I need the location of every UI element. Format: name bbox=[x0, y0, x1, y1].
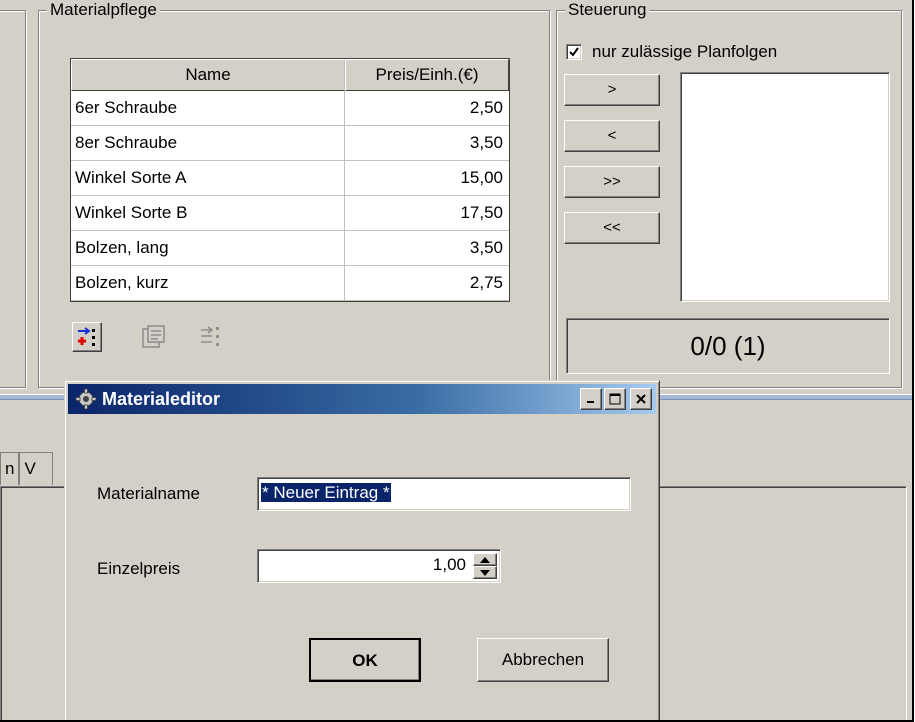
planfolgen-counter: 0/0 (1) bbox=[566, 318, 890, 374]
delete-item-button[interactable] bbox=[196, 322, 226, 352]
row-price: 15,00 bbox=[460, 168, 503, 187]
row-name: Winkel Sorte B bbox=[71, 196, 345, 230]
minimize-icon bbox=[587, 401, 594, 403]
table-row[interactable]: 8er Schraube 3,50 bbox=[71, 126, 509, 161]
left-partial-group bbox=[0, 10, 26, 388]
close-button[interactable] bbox=[630, 388, 652, 410]
row-price: 3,50 bbox=[469, 238, 503, 257]
row-name: 6er Schraube bbox=[71, 91, 345, 125]
row-price: 17,50 bbox=[460, 203, 503, 222]
cancel-button[interactable]: Abbrechen bbox=[477, 638, 609, 682]
steuerung-title: Steuerung bbox=[565, 0, 650, 20]
minimize-button[interactable] bbox=[580, 388, 602, 410]
row-price: 3,50 bbox=[469, 133, 503, 152]
table-row[interactable]: Bolzen, lang 3,50 bbox=[71, 231, 509, 266]
row-name: Winkel Sorte A bbox=[71, 161, 345, 195]
edit-item-icon bbox=[142, 325, 165, 348]
table-row[interactable]: Bolzen, kurz 2,75 bbox=[71, 266, 509, 301]
materialeditor-dialog: Materialeditor Materialname * Neuer Eint… bbox=[64, 380, 660, 720]
material-table[interactable]: Name Preis/Einh.(€) 6er Schraube 2,50 8e… bbox=[70, 58, 510, 302]
maximize-icon bbox=[609, 393, 621, 405]
background-panel-right bbox=[655, 486, 907, 720]
tab-v[interactable]: V bbox=[19, 452, 54, 485]
column-header-name[interactable]: Name bbox=[71, 59, 345, 91]
row-price: 2,50 bbox=[469, 98, 503, 117]
checkbox-label: nur zulässige Planfolgen bbox=[592, 42, 778, 61]
move-right-button[interactable]: > bbox=[564, 74, 660, 106]
materialname-label: Materialname bbox=[97, 484, 200, 503]
row-name: 8er Schraube bbox=[71, 126, 345, 160]
planfolgen-checkbox[interactable]: nur zulässige Planfolgen bbox=[566, 42, 777, 62]
column-header-price[interactable]: Preis/Einh.(€) bbox=[345, 59, 509, 91]
background-panel-left bbox=[0, 486, 72, 720]
row-name: Bolzen, lang bbox=[71, 231, 345, 265]
dialog-title: Materialeditor bbox=[102, 389, 221, 409]
move-left-button[interactable]: < bbox=[564, 120, 660, 152]
increment-button[interactable] bbox=[473, 553, 497, 566]
delete-item-icon bbox=[201, 326, 219, 346]
table-row[interactable]: Winkel Sorte B 17,50 bbox=[71, 196, 509, 231]
stepper-buttons[interactable] bbox=[473, 553, 497, 579]
row-name: Bolzen, kurz bbox=[71, 266, 345, 300]
planfolgen-list[interactable] bbox=[680, 72, 890, 302]
einzelpreis-stepper[interactable]: 1,00 bbox=[257, 549, 501, 583]
move-all-left-button[interactable]: << bbox=[564, 212, 660, 244]
add-item-icon bbox=[78, 327, 95, 346]
triangle-up-icon bbox=[480, 556, 490, 563]
einzelpreis-label: Einzelpreis bbox=[97, 559, 181, 578]
einzelpreis-value: 1,00 bbox=[432, 555, 466, 574]
table-row[interactable]: Winkel Sorte A 15,00 bbox=[71, 161, 509, 196]
row-price: 2,75 bbox=[469, 273, 503, 292]
checkbox-box[interactable] bbox=[566, 44, 582, 60]
decrement-button[interactable] bbox=[473, 566, 497, 579]
dialog-titlebar[interactable]: Materialeditor bbox=[68, 384, 656, 414]
close-icon bbox=[636, 394, 646, 404]
ok-button[interactable]: OK bbox=[309, 638, 421, 682]
maximize-button[interactable] bbox=[604, 388, 626, 410]
table-header: Name Preis/Einh.(€) bbox=[71, 59, 509, 91]
table-row[interactable]: 6er Schraube 2,50 bbox=[71, 91, 509, 126]
add-item-button[interactable] bbox=[72, 322, 102, 352]
checkmark-icon bbox=[569, 47, 579, 57]
gear-icon bbox=[74, 387, 98, 411]
materialpflege-title: Materialpflege bbox=[47, 0, 160, 20]
triangle-down-icon bbox=[480, 569, 490, 576]
background-tabstrip: n V bbox=[0, 452, 54, 486]
main-window: Materialpflege Name Preis/Einh.(€) 6er S… bbox=[0, 0, 914, 722]
tab-n[interactable]: n bbox=[0, 452, 20, 485]
move-all-right-button[interactable]: >> bbox=[564, 166, 660, 198]
edit-item-button[interactable] bbox=[138, 322, 168, 352]
materialname-input[interactable]: * Neuer Eintrag * bbox=[257, 477, 631, 511]
materialname-value: * Neuer Eintrag * bbox=[261, 483, 391, 502]
